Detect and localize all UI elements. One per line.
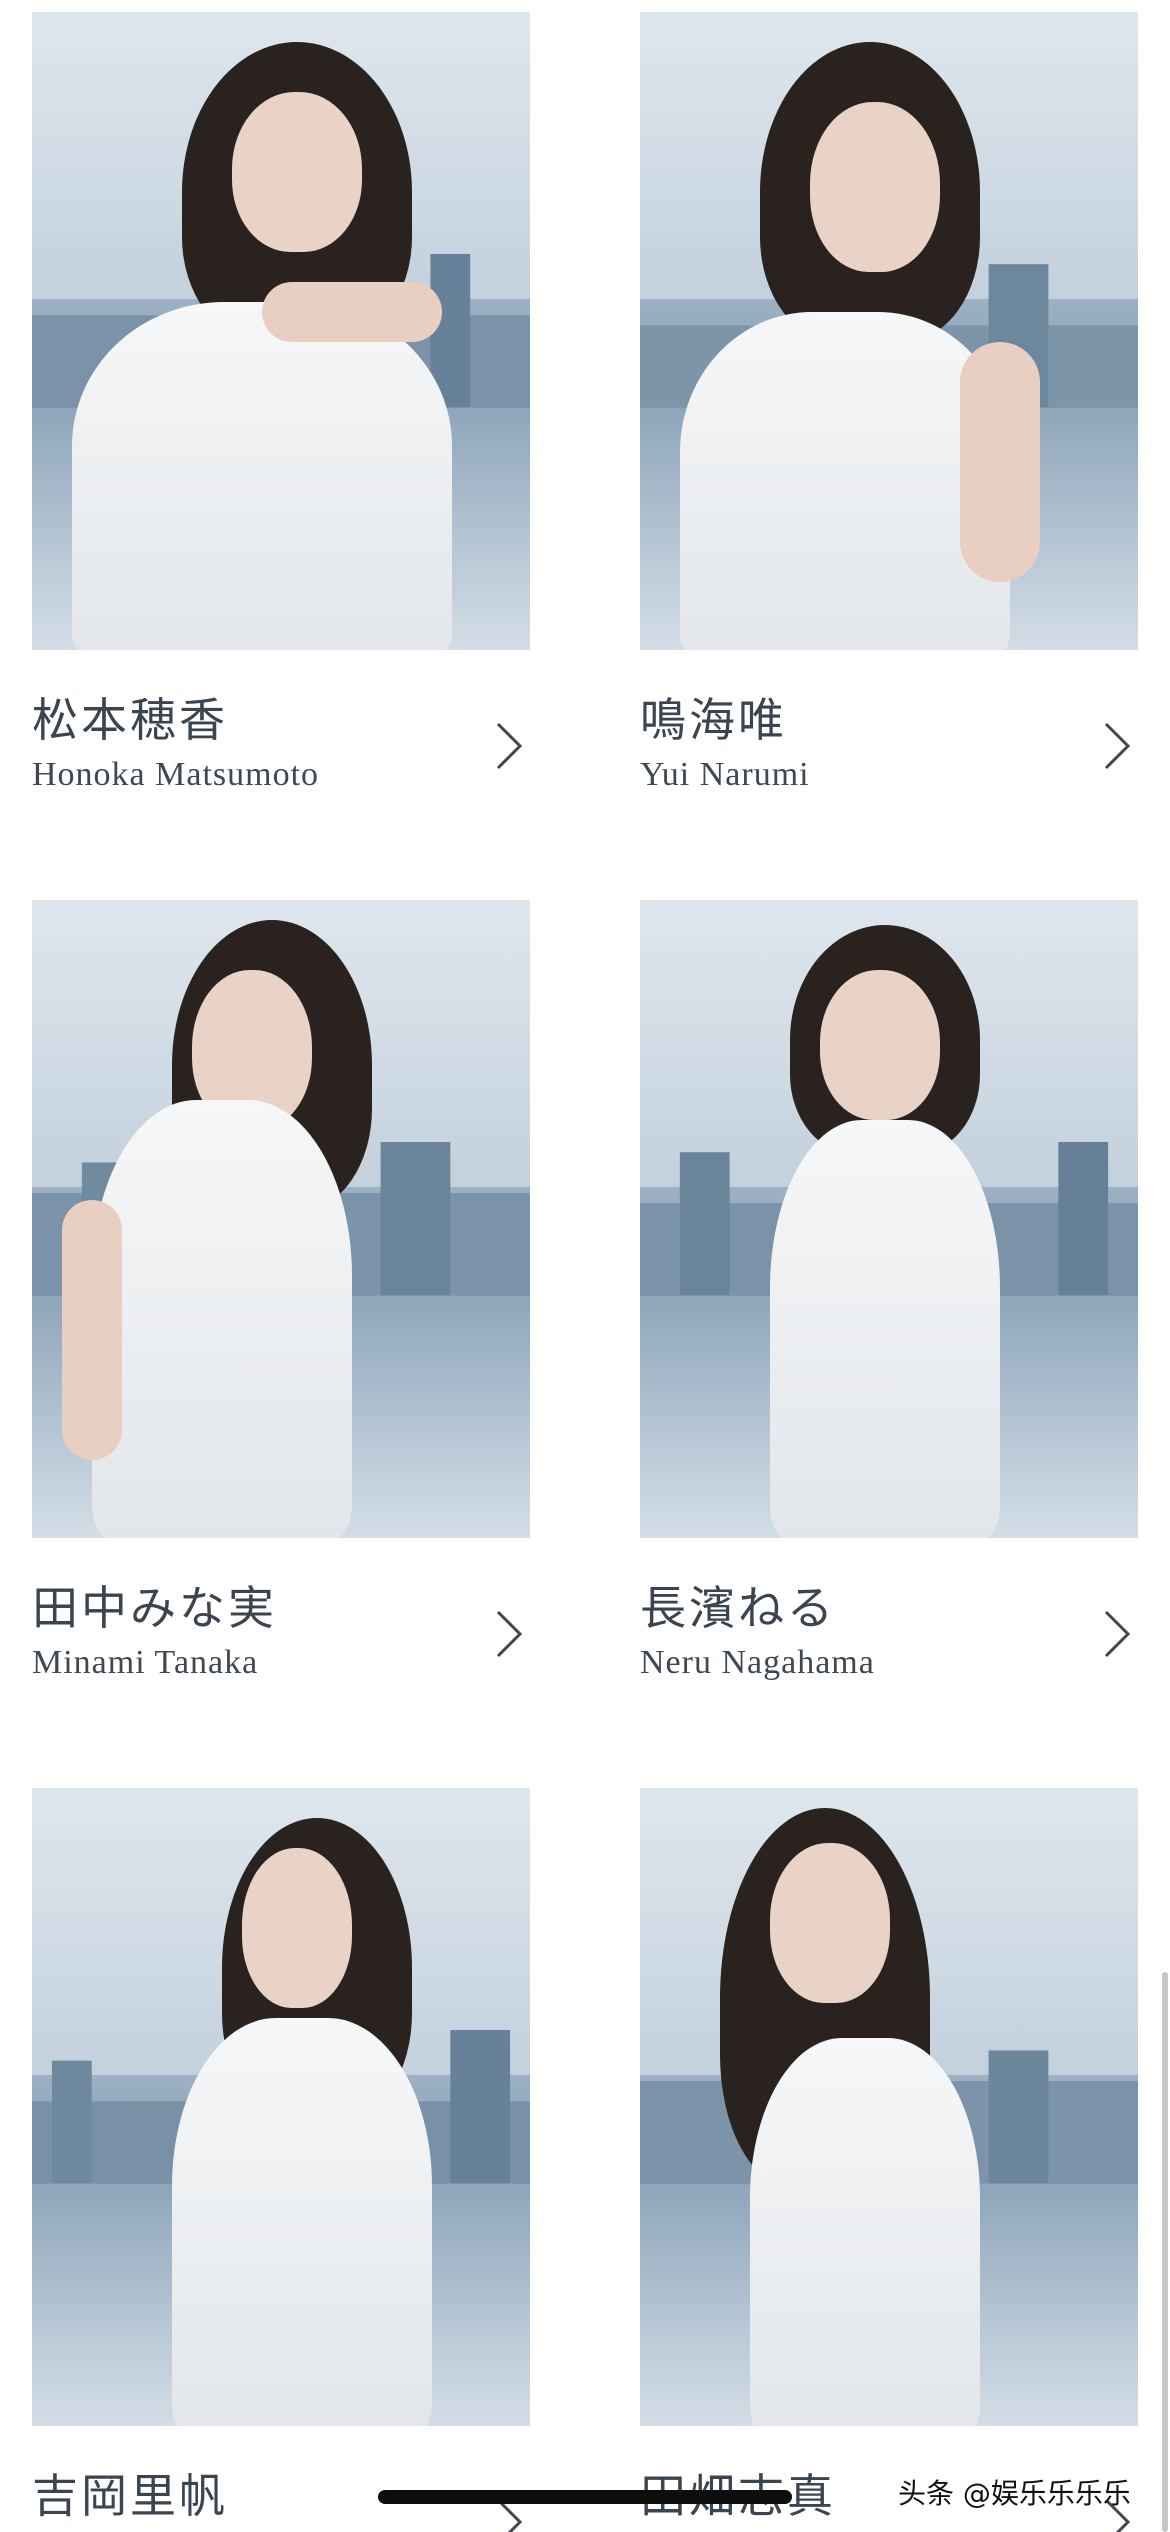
profile-photo[interactable] <box>640 900 1138 1538</box>
profile-name-en: Neru Nagahama <box>640 1644 875 1681</box>
profile-photo[interactable] <box>32 1788 530 2426</box>
chevron-right-icon[interactable] <box>490 720 526 772</box>
profile-name-en: Honoka Matsumoto <box>32 756 320 793</box>
watermark-text: 头条 @娱乐乐乐乐 <box>898 2477 1131 2510</box>
profile-name-jp: 田中みな実 <box>32 1581 277 1635</box>
profile-photo[interactable] <box>640 1788 1138 2426</box>
profile-name-en: Yui Narumi <box>640 756 810 793</box>
chevron-right-icon[interactable] <box>1098 1608 1134 1660</box>
profile-photo[interactable] <box>32 900 530 1538</box>
profile-name-jp: 吉岡里帆 <box>32 2469 228 2523</box>
profile-name-jp: 松本穂香 <box>32 693 228 747</box>
profile-photo[interactable] <box>32 12 530 650</box>
profile-name-jp: 鳴海唯 <box>640 693 787 747</box>
home-indicator[interactable] <box>378 2490 792 2504</box>
scrollbar[interactable] <box>1162 1972 1168 2532</box>
chevron-right-icon[interactable] <box>490 1608 526 1660</box>
profile-name-en: Minami Tanaka <box>32 1644 259 1681</box>
chevron-right-icon[interactable] <box>1098 720 1134 772</box>
profile-name-jp: 長濱ねる <box>640 1581 836 1635</box>
profile-photo[interactable] <box>640 12 1138 650</box>
